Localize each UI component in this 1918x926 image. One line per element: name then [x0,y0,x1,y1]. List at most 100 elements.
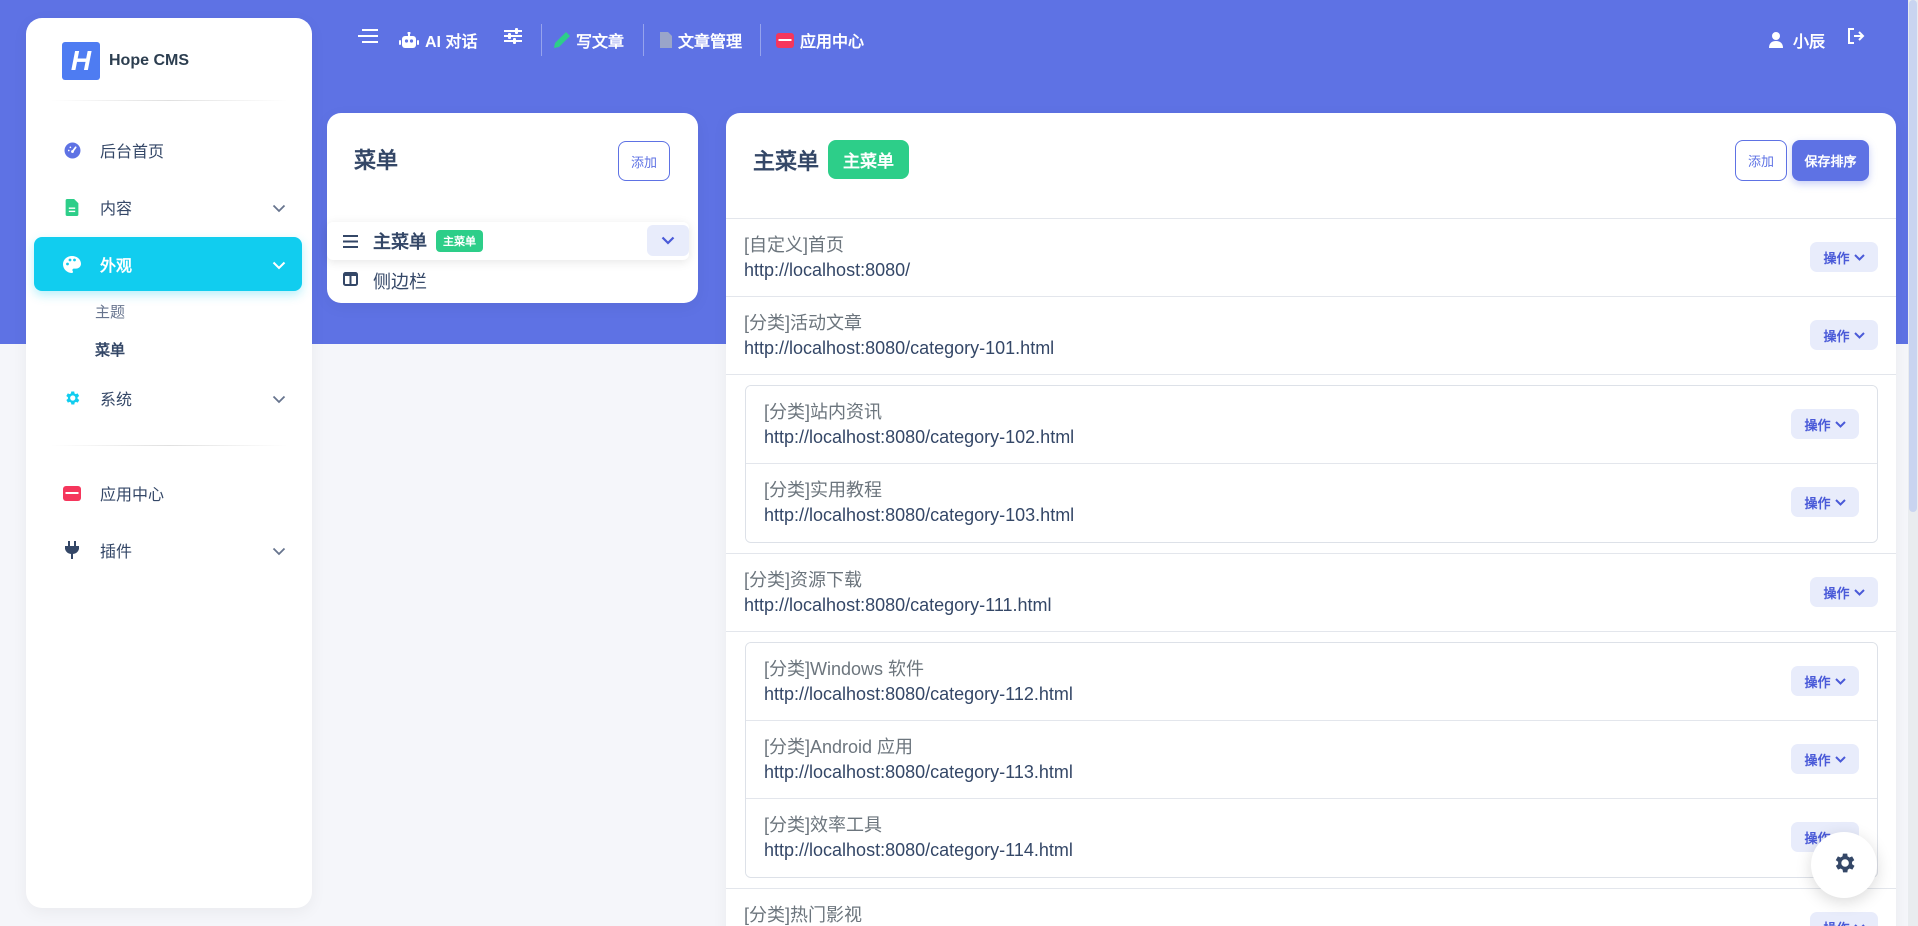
article-manage-button[interactable]: 文章管理 [660,28,742,52]
actions-label: 操作 [1804,417,1831,433]
chevron-down-icon [1834,420,1846,428]
actions-label: 操作 [1804,752,1831,768]
actions-dropdown-button[interactable]: 操作 [1791,409,1859,439]
add-item-button[interactable]: 添加 [1735,140,1787,181]
scrollbar-thumb[interactable] [1909,0,1917,512]
menu-item-list: [自定义]首页 http://localhost:8080/ 操作 [分类]活动… [726,218,1896,926]
chevron-down-icon [272,391,286,409]
menu-entry-title: [分类]实用教程 [764,480,883,500]
chevron-down-icon [272,257,286,275]
menu-entry[interactable]: [分类]活动文章 http://localhost:8080/category-… [726,297,1896,375]
menu-item-toggle[interactable] [647,225,689,256]
menu-items-card: 主菜单 主菜单 添加 保存排序 [自定义]首页 http://localhost… [726,113,1896,926]
filter-settings-button[interactable] [504,28,528,44]
header-divider [643,24,644,56]
submenu-group: [分类]站内资讯 http://localhost:8080/category-… [745,385,1878,543]
actions-dropdown-button[interactable]: 操作 [1810,320,1878,350]
write-article-button[interactable]: 写文章 [554,28,624,52]
actions-dropdown-button[interactable]: 操作 [1810,912,1878,926]
add-menu-button[interactable]: 添加 [618,141,670,181]
menu-entry-url: http://localhost:8080/category-102.html [764,427,1075,447]
article-manage-label: 文章管理 [678,34,743,51]
dashboard-icon [62,142,82,159]
user-icon [1769,32,1783,48]
actions-dropdown-button[interactable]: 操作 [1810,242,1878,272]
columns-icon [343,271,358,291]
submenu-entry[interactable]: [分类]实用教程 http://localhost:8080/category-… [746,464,1877,542]
sidebar-item-dashboard[interactable]: 后台首页 [34,123,302,177]
sidebar-item-label: 内容 [100,201,133,218]
user-name: 小辰 [1793,34,1826,51]
menu-entry[interactable]: [分类]资源下载 http://localhost:8080/category-… [726,554,1896,632]
sidebar-toggle-button[interactable] [358,28,384,44]
submenu-wrapper: [分类]Windows 软件 http://localhost:8080/cat… [726,642,1896,889]
menu-entry-title: [自定义]首页 [744,235,845,255]
logout-button[interactable] [1847,28,1871,44]
user-menu[interactable]: 小辰 [1769,28,1825,52]
gear-icon [1831,850,1857,881]
menu-entry-title: [分类]站内资讯 [764,402,883,422]
actions-label: 操作 [1823,585,1850,601]
sidebar-item-plugins[interactable]: 插件 [34,523,302,577]
robot-icon [399,31,419,49]
actions-dropdown-button[interactable]: 操作 [1791,744,1859,774]
submenu-entry[interactable]: [分类]效率工具 http://localhost:8080/category-… [746,799,1877,877]
menu-entry[interactable]: [分类]热门影视 操作 [726,889,1896,926]
menu-items-title: 主菜单 [753,149,820,174]
menu-toggle-icon [358,28,378,44]
actions-label: 操作 [1823,918,1849,926]
app-center-button[interactable]: 应用中心 [776,28,864,52]
save-order-button[interactable]: 保存排序 [1792,140,1869,181]
header-divider [760,24,761,56]
chevron-down-icon [1834,677,1846,685]
chevron-down-icon [1834,755,1846,763]
brand-logo: H [62,42,100,80]
palette-icon [62,255,82,273]
submenu-wrapper: [分类]站内资讯 http://localhost:8080/category-… [726,385,1896,554]
settings-fab-button[interactable] [1811,832,1877,898]
submenu-entry[interactable]: [分类]Android 应用 http://localhost:8080/cat… [746,721,1877,799]
menu-entry-url: http://localhost:8080/category-103.html [764,505,1075,525]
menu-entry-url: http://localhost:8080/category-113.html [764,762,1073,782]
sidebar-subitem-theme[interactable]: 主题 [95,301,125,322]
menu-entry[interactable]: [自定义]首页 http://localhost:8080/ 操作 [726,219,1896,297]
actions-dropdown-button[interactable]: 操作 [1791,666,1859,696]
menu-entry-url: http://localhost:8080/ [744,260,911,280]
menu-card-title: 菜单 [354,148,399,173]
actions-dropdown-button[interactable]: 操作 [1791,487,1859,517]
main-menu-badge: 主菜单 [436,230,483,252]
page-scrollbar[interactable] [1908,0,1918,926]
menu-item-main[interactable]: 主菜单 主菜单 [327,222,689,260]
sidebar-subitem-menu[interactable]: 菜单 [95,339,125,360]
sidebar-item-appearance[interactable]: 外观 [34,237,302,291]
ai-chat-label: AI 对话 [425,34,478,51]
submenu-entry[interactable]: [分类]站内资讯 http://localhost:8080/category-… [746,386,1877,464]
sidebar-item-label: 外观 [100,258,133,275]
sidebar-item-content[interactable]: 内容 [34,180,302,234]
submenu-entry[interactable]: [分类]Windows 软件 http://localhost:8080/cat… [746,643,1877,721]
sidebar-divider [50,100,288,101]
chevron-down-icon [272,200,286,218]
menu-item-sidebar[interactable]: 侧边栏 [343,268,427,294]
sliders-icon [504,28,522,44]
document-icon [62,198,82,216]
ai-chat-button[interactable]: AI 对话 [399,28,477,52]
chevron-down-icon [1853,331,1865,339]
actions-label: 操作 [1804,674,1831,690]
brand[interactable]: H Hope CMS [62,42,189,80]
sidebar-item-system[interactable]: 系统 [34,371,302,425]
chevron-down-icon [661,236,675,245]
file-icon [660,32,672,48]
menu-entry-title: [分类]资源下载 [744,570,863,590]
menu-entry-title: [分类]效率工具 [764,815,883,835]
menu-entry-title: [分类]活动文章 [744,313,863,333]
sidebar-item-label: 后台首页 [100,144,165,161]
actions-dropdown-button[interactable]: 操作 [1810,577,1878,607]
header-divider [541,24,542,56]
store-icon [776,32,794,48]
gear-icon [62,389,82,407]
sidebar: H Hope CMS 后台首页 内容 外观 主题 菜单 系统 应用中心 插件 [26,18,312,908]
write-article-label: 写文章 [576,34,625,51]
submenu-group: [分类]Windows 软件 http://localhost:8080/cat… [745,642,1878,878]
sidebar-item-app-center[interactable]: 应用中心 [34,466,302,520]
